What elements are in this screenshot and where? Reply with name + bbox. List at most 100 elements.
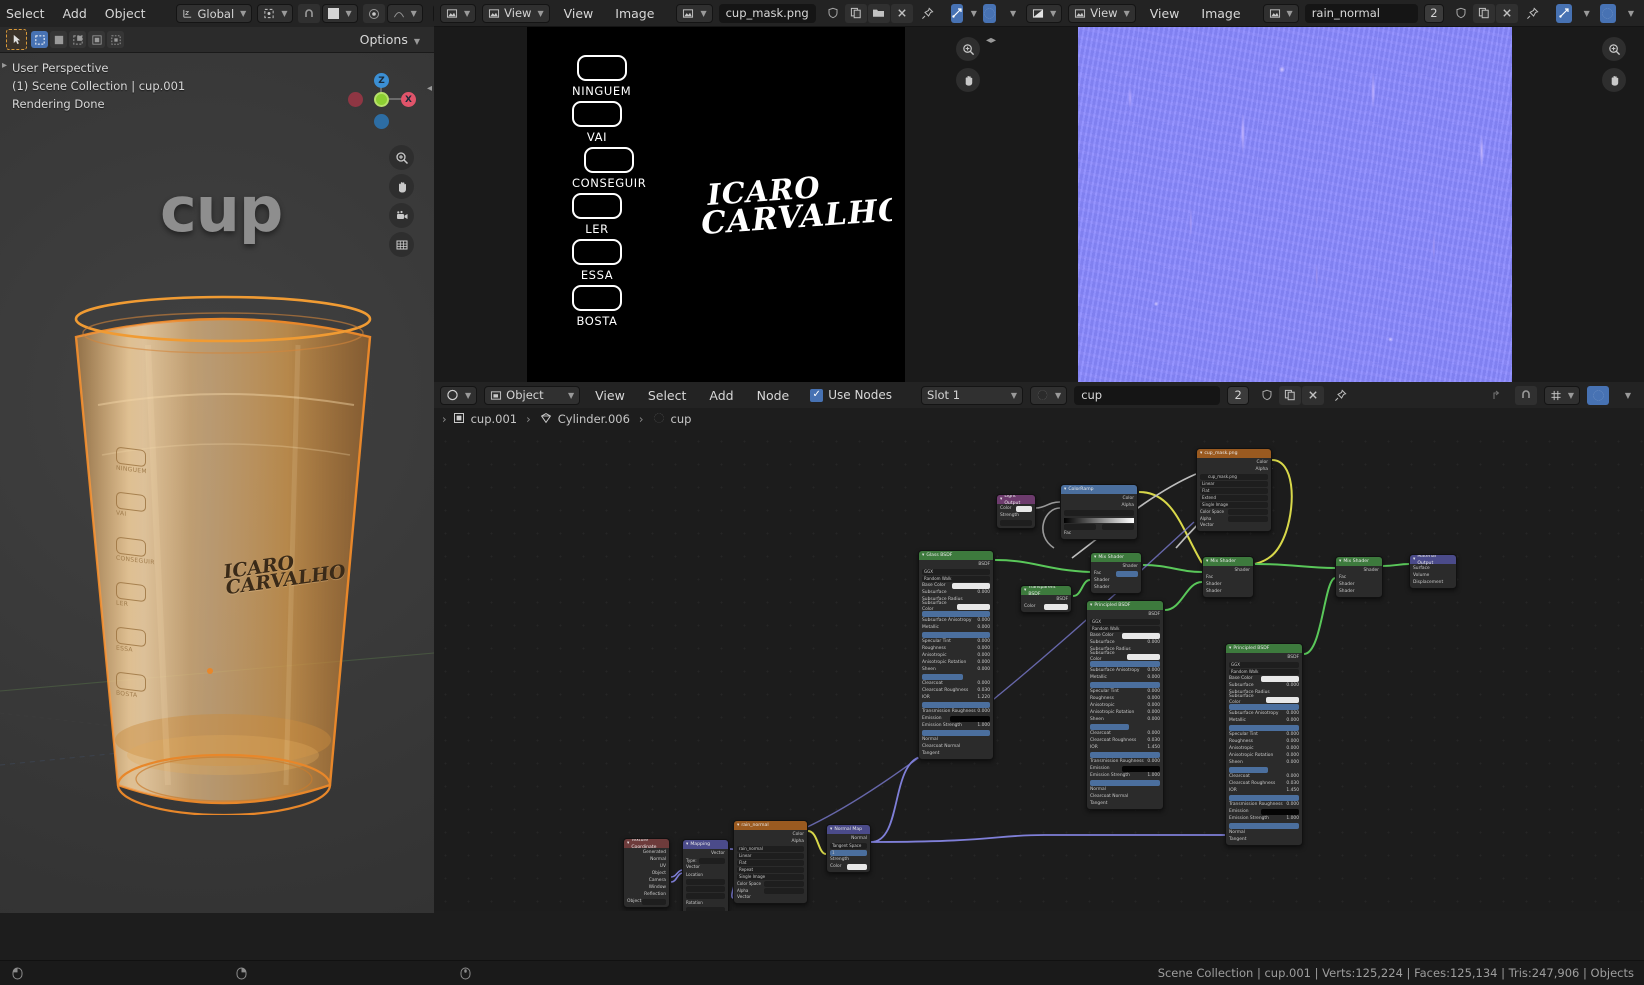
image-editor-rain-normal[interactable]: ▼ ▼ View ▼ View Image ▼ rain_normal 2 ▼ …	[998, 0, 1644, 382]
select-circle-icon[interactable]	[50, 31, 67, 48]
proportional-editing-icon[interactable]	[362, 4, 385, 23]
menu-select[interactable]: Select	[0, 4, 53, 23]
image-editor-right-canvas[interactable]	[998, 27, 1644, 382]
snap-magnet-icon[interactable]	[298, 4, 321, 23]
chevron-down-icon[interactable]: ▼	[1622, 4, 1638, 23]
breadcrumb-mesh-label[interactable]: Cylinder.006	[558, 412, 630, 426]
fake-user-shield-icon[interactable]	[1256, 386, 1278, 405]
new-material-copy-icon[interactable]	[1279, 385, 1302, 405]
node-transparent-bsdf[interactable]: ▾ Transparent BSDF BSDF Color	[1020, 585, 1072, 613]
zoom-icon[interactable]	[1602, 37, 1626, 61]
node-normal-map[interactable]: ▾ Normal Map Normal Tangent Space 1 Stren…	[826, 824, 871, 873]
shader-node-editor[interactable]: ▼ Object ▼ View Select Add Node ✓ Use No…	[434, 382, 1644, 913]
snap-magnet-icon[interactable]	[1514, 385, 1537, 405]
new-copy-icon[interactable]	[1472, 3, 1495, 23]
menu-view[interactable]: View	[556, 4, 602, 23]
node-material-output[interactable]: ▾ Material Output Surface Volume Displace…	[1409, 554, 1457, 589]
menu-view[interactable]: View	[587, 386, 633, 405]
snap-grid-dropdown[interactable]: ▼	[1543, 385, 1580, 405]
image-mode-dropdown[interactable]: View ▼	[482, 3, 550, 23]
use-nodes-toggle[interactable]: ✓ Use Nodes	[810, 388, 892, 402]
material-name-field[interactable]: cup	[1074, 385, 1221, 405]
image-mode-dropdown[interactable]: View ▼	[1068, 3, 1136, 23]
menu-image[interactable]: Image	[1193, 4, 1248, 23]
pin-icon[interactable]	[917, 4, 939, 23]
new-copy-icon[interactable]	[844, 3, 867, 23]
select-extend-icon[interactable]	[69, 31, 86, 48]
shading-sphere-icon[interactable]	[982, 3, 996, 23]
node-mix-shader-1[interactable]: ▾ Mix Shader Shader Fac Shader Shader	[1090, 552, 1142, 594]
overlay-sphere-icon[interactable]	[1587, 385, 1609, 405]
gizmo-axis-y-center[interactable]	[374, 92, 389, 107]
arrow-up-icon[interactable]	[1486, 386, 1508, 405]
breadcrumb-arrow-icon[interactable]: ›	[442, 412, 447, 426]
image-datablock-dropdown[interactable]: ▼	[676, 3, 713, 23]
image-name-field[interactable]: rain_normal	[1304, 3, 1419, 23]
fake-user-shield-icon[interactable]	[1450, 4, 1472, 23]
node-texture-coordinate[interactable]: ▾ Texture Coordinate Generated Normal UV …	[623, 838, 670, 908]
gizmo-axis-x[interactable]: X	[401, 92, 416, 107]
viewport-3d[interactable]: Select Add Object Global ▼ ▼ ▼ ▼ Options…	[0, 0, 434, 913]
snap-element-dropdown[interactable]: ▼	[322, 4, 358, 23]
gizmo-icon[interactable]	[950, 3, 963, 23]
chevron-down-icon[interactable]: ▼	[1616, 386, 1638, 405]
options-dropdown[interactable]: Options ▼	[352, 30, 428, 49]
shading-sphere-icon[interactable]	[1599, 3, 1616, 23]
menu-view[interactable]: View	[1142, 4, 1188, 23]
editor-type-dropdown[interactable]: ▼	[1026, 3, 1063, 23]
open-folder-icon[interactable]	[867, 3, 890, 23]
pin-icon[interactable]	[1522, 4, 1544, 23]
pan-hand-icon[interactable]	[956, 68, 980, 92]
select-subtract-icon[interactable]	[88, 31, 105, 48]
npanel-toggle-arrow-icon[interactable]: ◂▸	[986, 35, 996, 46]
menu-select[interactable]: Select	[640, 386, 695, 405]
chevron-down-icon[interactable]: ▼	[969, 4, 977, 23]
menu-image[interactable]: Image	[607, 4, 662, 23]
breadcrumb-object-label[interactable]: cup.001	[471, 412, 518, 426]
select-mode-group[interactable]	[31, 31, 124, 48]
select-lasso-icon[interactable]	[107, 31, 124, 48]
gizmo-icon[interactable]	[1555, 3, 1572, 23]
cup-3d-object[interactable]: NINGUEM VAI CONSEGUIR LER ESSA BOSTA ICA…	[58, 285, 388, 817]
node-image-texture-cup-mask[interactable]: ▾ cup_mask.png Color Alpha cup_mask.png L…	[1196, 448, 1272, 532]
menu-add[interactable]: Add	[55, 4, 95, 23]
camera-icon[interactable]	[389, 203, 414, 228]
node-principled-bsdf-1[interactable]: ▾ Glass BSDF BSDF GGX Random Walk Base Co…	[918, 550, 994, 760]
chevron-down-icon[interactable]: ▼	[1578, 4, 1594, 23]
gizmo-axis-neg-x[interactable]	[348, 92, 363, 107]
pin-icon[interactable]	[1329, 386, 1351, 405]
menu-node[interactable]: Node	[749, 386, 798, 405]
node-light-output[interactable]: ▾ Light Output Color Strength	[996, 494, 1036, 529]
image-datablock-dropdown[interactable]: ▼	[1262, 3, 1299, 23]
slot-dropdown[interactable]: Slot 1 ▼	[921, 385, 1024, 405]
material-datablock-dropdown[interactable]: ▼	[1030, 385, 1068, 405]
unlink-x-icon[interactable]	[890, 3, 913, 23]
snap-to-dropdown[interactable]: ▼	[257, 4, 294, 23]
unlink-x-icon[interactable]	[1302, 385, 1325, 405]
node-mix-shader-2[interactable]: ▾ Mix Shader Shader Fac Shader Shader	[1202, 556, 1254, 598]
node-mix-shader-3[interactable]: ▾ Mix Shader Shader Fac Shader Shader	[1335, 556, 1383, 598]
transform-orientation-dropdown[interactable]: Global ▼	[176, 4, 253, 23]
node-principled-bsdf-2[interactable]: ▾ Principled BSDF BSDF GGX Random Walk Ba…	[1086, 600, 1164, 810]
viewport-3d-canvas[interactable]: User Perspective (1) Scene Collection | …	[0, 53, 434, 913]
zoom-icon[interactable]	[956, 37, 980, 61]
chevron-down-icon[interactable]: ▼	[1004, 4, 1020, 23]
falloff-dropdown[interactable]: ▼	[386, 4, 423, 23]
pan-hand-icon[interactable]	[1602, 68, 1626, 92]
zoom-icon[interactable]	[389, 145, 414, 170]
node-color-ramp[interactable]: ▾ ColorRamp Color Alpha Fac	[1060, 484, 1138, 540]
node-principled-bsdf-3[interactable]: ▾ Principled BSDF BSDF GGX Random Walk Ba…	[1225, 643, 1303, 846]
gizmo-axis-neg-z[interactable]	[374, 114, 389, 129]
gizmo-axis-z[interactable]: Z	[374, 73, 389, 88]
node-image-texture-rain-normal[interactable]: ▾ rain_normal Color Alpha rain_normal Lin…	[733, 820, 808, 904]
image-editor-left-canvas[interactable]: NINGUEM VAI CONSEGUIR LER ESSA BOSTA ICA…	[434, 27, 998, 382]
node-canvas[interactable]: ▾ Texture Coordinate Generated Normal UV …	[434, 430, 1644, 911]
fake-user-shield-icon[interactable]	[822, 4, 844, 23]
unlink-x-icon[interactable]	[1495, 3, 1518, 23]
tweak-tool-icon[interactable]	[6, 29, 27, 50]
editor-type-dropdown[interactable]: ▼	[440, 3, 477, 23]
breadcrumb-material-label[interactable]: cup	[671, 412, 692, 426]
node-mapping[interactable]: ▾ Mapping Vector Type: Vector Location Ro…	[682, 839, 729, 911]
pan-hand-icon[interactable]	[389, 174, 414, 199]
image-editor-cup-mask[interactable]: ▼ View ▼ View Image ▼ cup_mask.png ▼ NIN…	[434, 0, 998, 382]
